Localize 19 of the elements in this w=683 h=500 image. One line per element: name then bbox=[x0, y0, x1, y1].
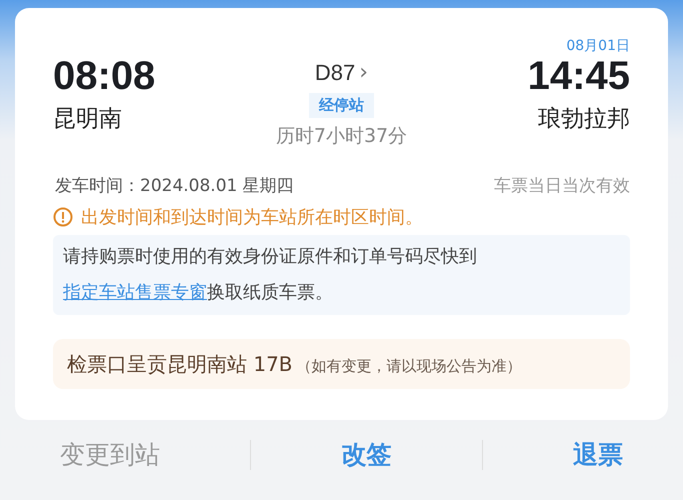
ticket-tip: 请持购票时使用的有效身份证原件和订单号码尽快到 指定车站售票专窗换取纸质车票。 bbox=[53, 234, 630, 314]
action-button[interactable]: 退票 bbox=[572, 436, 623, 474]
chevron-icon[interactable]: › bbox=[359, 56, 368, 89]
validity-text: 车票当日当次有效 bbox=[494, 175, 630, 198]
gate-note: （如有变更，请以现场公告为准） bbox=[296, 356, 522, 376]
duration: 历时7小时37分 bbox=[276, 124, 408, 148]
train-number[interactable]: D87 bbox=[314, 56, 356, 89]
departure-station: 昆明南 bbox=[53, 105, 123, 134]
action-button[interactable]: 改签 bbox=[341, 436, 392, 474]
timezone-notice: 出发时间和到达时间为车站所在时区时间。 bbox=[81, 206, 423, 230]
gate-text: 检票口呈贡昆明南站 17B bbox=[67, 350, 293, 378]
ticket-window-link[interactable]: 指定车站售票专窗 bbox=[63, 282, 207, 302]
departure-time: 08:08 bbox=[53, 54, 156, 98]
arrival-date: 08月01日 bbox=[566, 37, 630, 54]
arrival-station: 琅勃拉邦 bbox=[538, 105, 630, 134]
departure-date-text: 发车时间：2024.08.01 星期四 bbox=[55, 175, 294, 198]
warning-icon bbox=[53, 207, 73, 227]
arrival-time: 14:45 bbox=[528, 54, 630, 98]
stops-badge[interactable]: 经停站 bbox=[308, 93, 374, 118]
